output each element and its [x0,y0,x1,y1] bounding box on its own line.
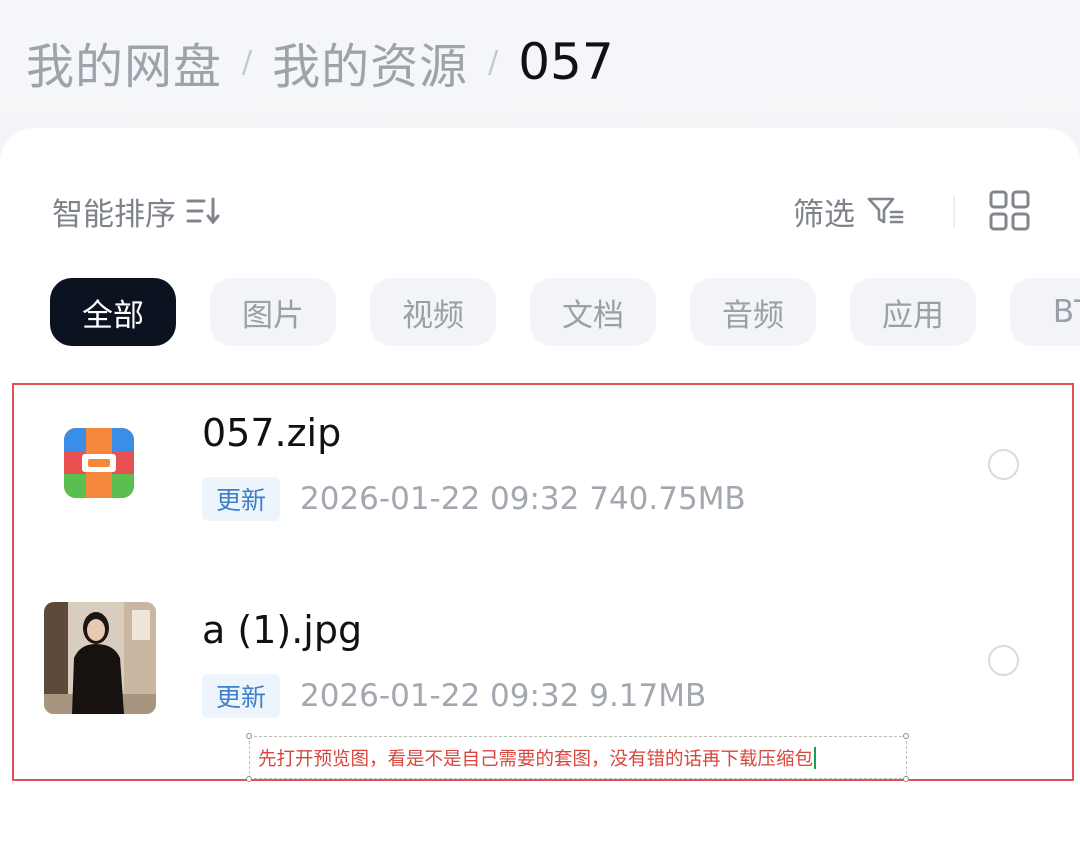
chip-all[interactable]: 全部 [50,278,176,346]
filter-button[interactable]: 筛选 [793,183,905,239]
chip-bt[interactable]: BT [1010,278,1080,346]
file-date-size: 2026-01-22 09:32 9.17MB [300,678,707,714]
select-radio[interactable] [988,645,1019,676]
annotation-text: 先打开预览图，看是不是自己需要的套图，没有错的话再下载压缩包 [258,748,814,770]
sort-label: 智能排序 [52,196,176,233]
photo-thumbnail [44,602,156,714]
select-radio[interactable] [988,449,1019,480]
chip-apps[interactable]: 应用 [850,278,976,346]
grid-view-icon [988,190,1032,237]
filter-icon [867,195,905,227]
resize-handle[interactable] [246,776,252,782]
breadcrumb-separator: / [488,44,499,80]
grid-view-button[interactable] [988,189,1032,233]
breadcrumb-item-my-drive[interactable]: 我的网盘 [26,27,222,97]
zip-archive-icon [64,428,134,498]
file-row[interactable]: a (1).jpg 更新 2026-01-22 09:32 9.17MB [14,582,1072,742]
file-row[interactable]: 057.zip 更新 2026-01-22 09:32 740.75MB [14,385,1072,545]
chip-audio[interactable]: 音频 [690,278,816,346]
page-title: 057 [518,33,614,91]
filter-label: 筛选 [793,196,855,233]
file-name: 057.zip [202,411,342,455]
breadcrumb: 我的网盘 / 我的资源 / 057 [26,27,614,97]
chip-documents[interactable]: 文档 [530,278,656,346]
chip-images[interactable]: 图片 [210,278,336,346]
breadcrumb-item-my-resources[interactable]: 我的资源 [272,27,468,97]
file-meta: 更新 2026-01-22 09:32 740.75MB [202,477,746,521]
file-name: a (1).jpg [202,608,363,652]
resize-handle[interactable] [903,776,909,782]
update-badge: 更新 [202,674,281,718]
update-badge: 更新 [202,477,281,521]
resize-handle[interactable] [903,733,909,739]
text-caret [814,746,817,769]
toolbar-divider [953,195,955,227]
file-meta: 更新 2026-01-22 09:32 9.17MB [202,674,706,718]
file-date-size: 2026-01-22 09:32 740.75MB [300,481,746,517]
sort-icon [186,196,222,226]
sort-button[interactable]: 智能排序 [52,183,222,239]
toolbar: 智能排序 筛选 [0,183,1080,239]
resize-handle[interactable] [246,733,252,739]
category-filter-chips: 全部 图片 视频 文档 音频 应用 BT [50,278,1080,348]
breadcrumb-separator: / [242,44,253,80]
annotation-text-box[interactable]: 先打开预览图，看是不是自己需要的套图，没有错的话再下载压缩包 [249,736,907,779]
chip-videos[interactable]: 视频 [370,278,496,346]
